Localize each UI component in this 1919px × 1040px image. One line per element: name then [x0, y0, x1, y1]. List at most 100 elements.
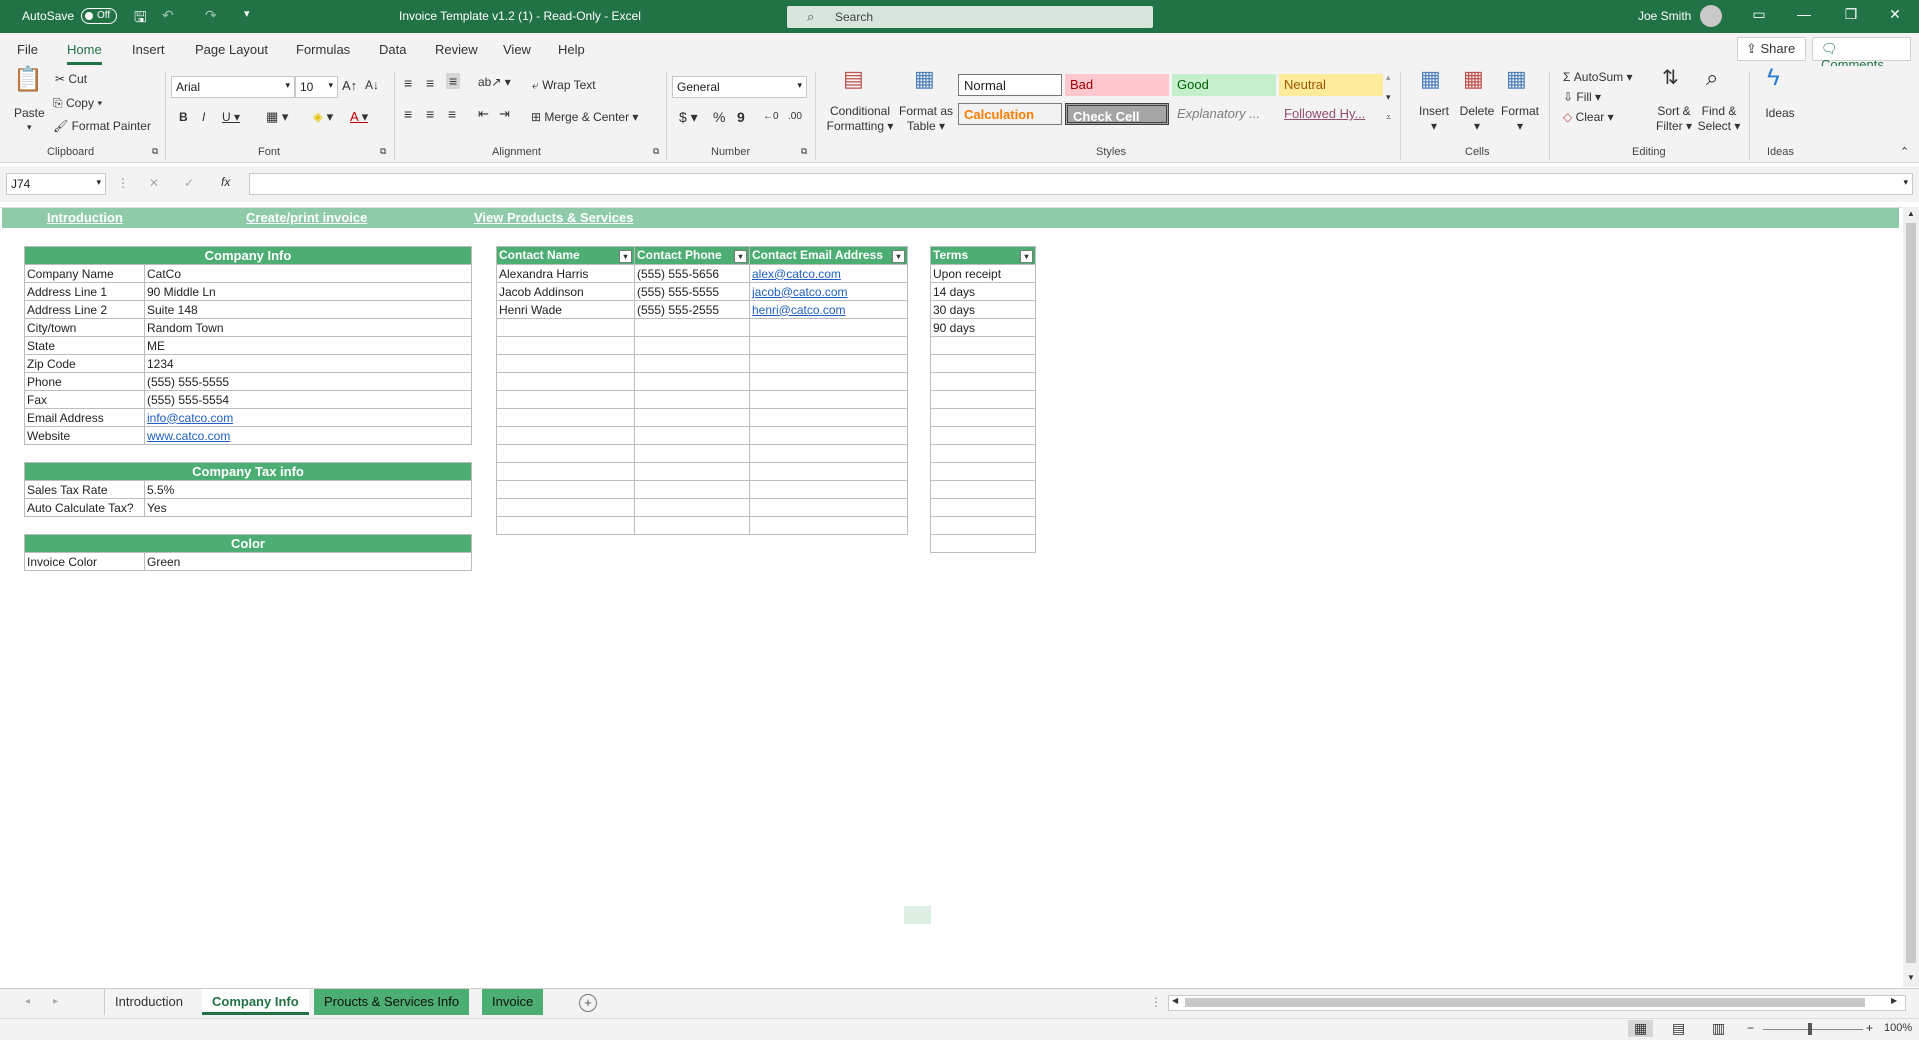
- undo-icon[interactable]: ↶: [162, 7, 174, 24]
- paste-icon[interactable]: 📋: [13, 68, 43, 92]
- style-good[interactable]: Good: [1172, 74, 1276, 96]
- nav-link-view-products[interactable]: View Products & Services: [474, 210, 636, 225]
- table-cell[interactable]: [496, 336, 635, 355]
- share-button[interactable]: ⇪ Share: [1737, 37, 1806, 61]
- column-header[interactable]: Contact Email Address ▾: [749, 246, 908, 265]
- field-value[interactable]: info@catco.com: [144, 408, 472, 427]
- percent-icon[interactable]: %: [713, 109, 725, 125]
- table-cell[interactable]: 14 days: [930, 282, 1036, 301]
- tab-view[interactable]: View: [503, 42, 531, 57]
- cancel-icon[interactable]: ✕: [149, 176, 159, 190]
- paste-dropdown-icon[interactable]: ▾: [27, 122, 32, 133]
- table-cell[interactable]: Henri Wade: [496, 300, 635, 319]
- field-value[interactable]: 5.5%: [144, 480, 472, 499]
- align-right-icon[interactable]: ≡: [448, 106, 456, 122]
- field-label[interactable]: City/town: [24, 318, 145, 337]
- align-bottom-icon[interactable]: ≡: [446, 73, 461, 89]
- table-cell[interactable]: [634, 480, 750, 499]
- column-header[interactable]: Contact Phone ▾: [634, 246, 750, 265]
- prev-sheet-icon[interactable]: ◂: [25, 996, 30, 1007]
- table-cell[interactable]: [496, 480, 635, 499]
- tab-data[interactable]: Data: [379, 42, 406, 57]
- table-cell[interactable]: [930, 354, 1036, 373]
- field-value[interactable]: (555) 555-5554: [144, 390, 472, 409]
- find-select-icon[interactable]: ⌕: [1706, 67, 1718, 89]
- sheet-tab-invoice[interactable]: Invoice: [482, 989, 544, 1015]
- field-value[interactable]: Green: [144, 552, 472, 571]
- font-color-icon[interactable]: A ▾: [350, 109, 368, 125]
- table-cell[interactable]: [634, 462, 750, 481]
- table-cell[interactable]: [749, 318, 908, 337]
- table-cell[interactable]: [496, 498, 635, 517]
- page-break-view-icon[interactable]: ▥: [1712, 1020, 1725, 1037]
- table-cell[interactable]: [634, 408, 750, 427]
- conditional-formatting-button[interactable]: Conditional Formatting ▾: [826, 104, 894, 134]
- zoom-slider[interactable]: [1763, 1029, 1863, 1030]
- name-box[interactable]: J74 ▾: [6, 173, 106, 195]
- orientation-icon[interactable]: ab↗ ▾: [478, 75, 511, 89]
- table-cell[interactable]: [930, 444, 1036, 463]
- increase-indent-icon[interactable]: ⇥: [499, 106, 510, 122]
- table-cell[interactable]: [930, 480, 1036, 499]
- table-cell[interactable]: [749, 372, 908, 391]
- scroll-thumb[interactable]: [1906, 223, 1916, 963]
- increase-decimal-icon[interactable]: ←0: [763, 111, 779, 122]
- table-cell[interactable]: Alexandra Harris: [496, 264, 635, 283]
- autosave-toggle[interactable]: Off: [81, 8, 117, 24]
- insert-cells-icon[interactable]: ▦: [1420, 68, 1441, 90]
- autosum-button[interactable]: Σ AutoSum ▾: [1563, 70, 1632, 84]
- copy-button[interactable]: ⎘ Copy ▾: [53, 96, 102, 111]
- table-cell[interactable]: [749, 462, 908, 481]
- field-value[interactable]: CatCo: [144, 264, 472, 283]
- align-left-icon[interactable]: ≡: [404, 106, 412, 122]
- table-cell[interactable]: [634, 444, 750, 463]
- zoom-in-icon[interactable]: +: [1866, 1021, 1873, 1035]
- currency-icon[interactable]: $ ▾: [679, 109, 698, 126]
- table-cell[interactable]: [496, 462, 635, 481]
- fill-color-icon[interactable]: ◈ ▾: [313, 109, 333, 125]
- tab-insert[interactable]: Insert: [132, 42, 165, 57]
- borders-icon[interactable]: ▦ ▾: [266, 109, 288, 125]
- filter-dropdown-icon[interactable]: ▾: [1020, 250, 1033, 263]
- sheet-tab-introduction[interactable]: Introduction: [104, 989, 193, 1015]
- field-label[interactable]: Sales Tax Rate: [24, 480, 145, 499]
- minimize-icon[interactable]: —: [1789, 6, 1819, 22]
- collapse-ribbon-icon[interactable]: ⌃: [1900, 145, 1909, 158]
- tab-splitter-icon[interactable]: ⋮: [1150, 995, 1162, 1009]
- table-cell[interactable]: [930, 336, 1036, 355]
- table-cell[interactable]: [634, 426, 750, 445]
- table-cell[interactable]: [634, 516, 750, 535]
- field-label[interactable]: Fax: [24, 390, 145, 409]
- table-cell[interactable]: [930, 390, 1036, 409]
- horizontal-scroll-thumb[interactable]: [1185, 998, 1865, 1007]
- formula-input[interactable]: ▾: [249, 173, 1913, 195]
- sheet-tab-products-services[interactable]: Proucts & Services Info: [314, 989, 470, 1015]
- field-value[interactable]: Suite 148: [144, 300, 472, 319]
- page-layout-view-icon[interactable]: ▤: [1672, 1020, 1685, 1037]
- table-cell[interactable]: [749, 354, 908, 373]
- tab-file[interactable]: File: [17, 42, 38, 57]
- next-sheet-icon[interactable]: ▸: [53, 996, 58, 1007]
- align-top-icon[interactable]: ≡: [404, 75, 412, 91]
- tab-page-layout[interactable]: Page Layout: [195, 42, 268, 57]
- decrease-decimal-icon[interactable]: .00: [788, 111, 802, 122]
- table-cell[interactable]: [634, 336, 750, 355]
- table-cell[interactable]: [930, 372, 1036, 391]
- table-cell[interactable]: [749, 426, 908, 445]
- table-cell[interactable]: Jacob Addinson: [496, 282, 635, 301]
- table-cell[interactable]: [634, 390, 750, 409]
- table-cell[interactable]: [496, 444, 635, 463]
- conditional-formatting-icon[interactable]: ▤: [843, 68, 864, 90]
- redo-icon[interactable]: ↷: [205, 7, 217, 24]
- paste-button[interactable]: Paste: [14, 106, 45, 120]
- table-cell[interactable]: [634, 372, 750, 391]
- number-format-select[interactable]: General ▾: [672, 76, 807, 98]
- nav-link-introduction[interactable]: Introduction: [47, 210, 123, 225]
- styles-scroll-down-icon[interactable]: ▾: [1386, 92, 1391, 103]
- decrease-font-icon[interactable]: A↓: [365, 78, 379, 92]
- italic-icon[interactable]: I: [202, 110, 205, 124]
- field-value[interactable]: (555) 555-5555: [144, 372, 472, 391]
- format-cells-button[interactable]: Format ▾: [1498, 104, 1542, 134]
- table-cell[interactable]: (555) 555-5555: [634, 282, 750, 301]
- style-bad[interactable]: Bad: [1065, 74, 1169, 96]
